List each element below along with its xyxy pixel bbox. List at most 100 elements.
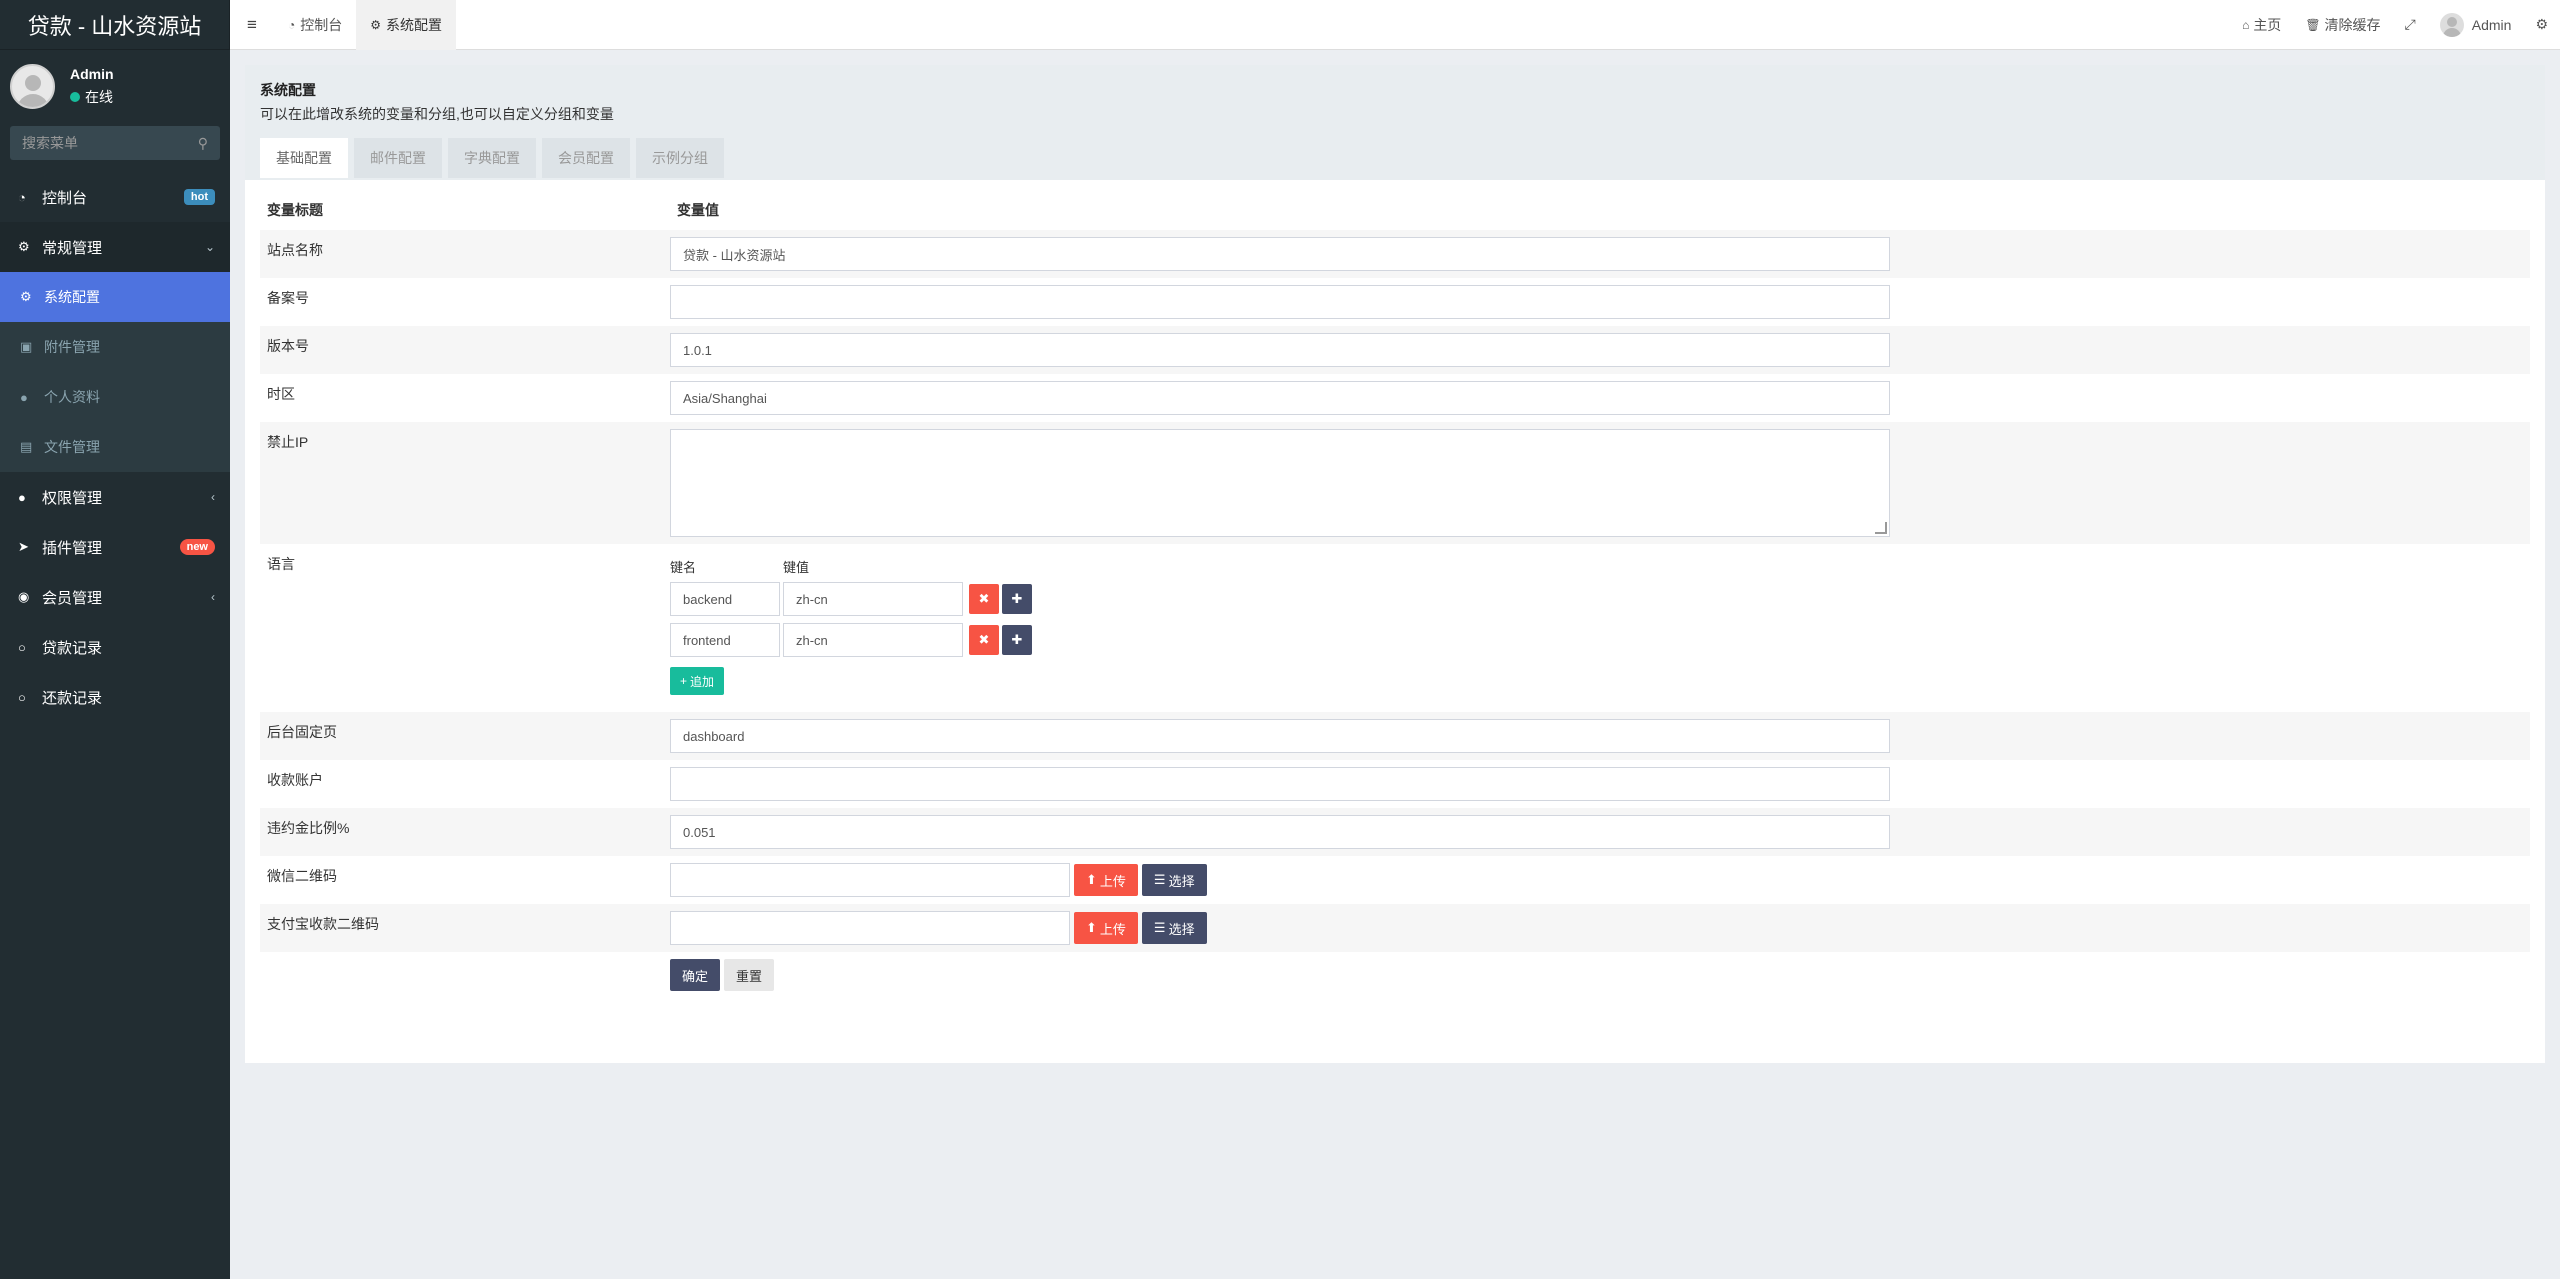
- list-icon: ☰: [1153, 872, 1166, 887]
- page-description: 可以在此增改系统的变量和分组,也可以自定义分组和变量: [260, 106, 614, 122]
- append-button[interactable]: + 追加: [670, 667, 725, 695]
- circle-o-icon: ○: [18, 689, 26, 705]
- admin-menu[interactable]: Admin: [2428, 0, 2524, 50]
- settings-icon[interactable]: ⚙: [2523, 0, 2560, 50]
- lang-value-input[interactable]: zh-cn: [783, 582, 963, 616]
- row-beian: 备案号: [260, 278, 2530, 326]
- lang-value-input[interactable]: zh-cn: [783, 623, 963, 657]
- dashboard-icon: ◔: [288, 17, 296, 32]
- timezone-input[interactable]: Asia/Shanghai: [670, 381, 1890, 415]
- select-button[interactable]: ☰ 选择: [1141, 864, 1207, 896]
- trash-icon: 🗑: [2305, 17, 2321, 32]
- cogs-icon: ⚙: [18, 239, 30, 254]
- row-wechat-qr: 微信二维码 ⬆ 上传 ☰ 选择: [260, 856, 2530, 904]
- hot-badge: hot: [183, 189, 215, 205]
- fixed-page-input[interactable]: dashboard: [670, 719, 1890, 753]
- row-language: 语言 键名 键值 backend zh-cn ✖ ✚ frontend zh-c…: [260, 544, 2530, 712]
- gear-icon: ⚙: [20, 289, 32, 304]
- remove-icon[interactable]: ✖: [969, 584, 999, 614]
- penalty-input[interactable]: 0.051: [670, 815, 1890, 849]
- table-header: 变量标题 变量值: [267, 202, 719, 218]
- drag-move-icon[interactable]: ✚: [1002, 584, 1032, 614]
- tab-system-config[interactable]: ⚙ 系统配置: [356, 0, 457, 50]
- config-tabs: 基础配置 邮件配置 字典配置 会员配置 示例分组: [260, 138, 2530, 178]
- row-timezone: 时区 Asia/Shanghai: [260, 374, 2530, 422]
- upload-button[interactable]: ⬆ 上传: [1074, 864, 1138, 896]
- site-name-input[interactable]: 贷款 - 山水资源站: [670, 237, 1890, 271]
- version-input[interactable]: 1.0.1: [670, 333, 1890, 367]
- list-icon: ☰: [1153, 920, 1166, 935]
- file-icon: ▤: [20, 439, 33, 454]
- sidebar-item-loan-records[interactable]: ○ 贷款记录: [0, 622, 230, 672]
- chevron-down-icon: ⌄: [204, 240, 215, 254]
- sidebar-item-attachment[interactable]: ▣ 附件管理: [0, 322, 230, 372]
- user-panel: Admin 在线: [0, 50, 230, 122]
- select-button[interactable]: ☰ 选择: [1141, 912, 1207, 944]
- user-avatar: [10, 63, 55, 109]
- drag-move-icon[interactable]: ✚: [1002, 625, 1032, 655]
- tab-example[interactable]: 示例分组: [636, 138, 724, 178]
- sidebar-item-system-config[interactable]: ⚙ 系统配置: [0, 272, 230, 322]
- tab-member[interactable]: 会员配置: [542, 138, 630, 178]
- row-version: 版本号 1.0.1: [260, 326, 2530, 374]
- sidebar-item-profile[interactable]: ● 个人资料: [0, 372, 230, 422]
- brand-logo[interactable]: 贷款 - 山水资源站: [0, 0, 230, 50]
- row-alipay-qr: 支付宝收款二维码 ⬆ 上传 ☰ 选择: [260, 904, 2530, 952]
- tab-basic[interactable]: 基础配置: [260, 138, 348, 178]
- admin-avatar: [2439, 12, 2464, 37]
- lang-key-input[interactable]: frontend: [670, 623, 780, 657]
- row-forbid-ip: 禁止IP: [260, 422, 2530, 544]
- chevron-left-icon: ‹: [211, 590, 215, 604]
- image-icon: ▣: [20, 339, 33, 354]
- reset-button[interactable]: 重置: [724, 959, 775, 991]
- sidebar-item-plugins[interactable]: ➤ 插件管理 new: [0, 522, 230, 572]
- sidebar-item-members[interactable]: ◉ 会员管理 ‹: [0, 572, 230, 622]
- user-status: 在线: [70, 87, 114, 107]
- lang-row: frontend zh-cn ✖ ✚: [670, 623, 2530, 657]
- config-form: 变量标题 变量值 站点名称 贷款 - 山水资源站 备案号 版本号 1.0.1 时…: [245, 180, 2545, 1063]
- upload-button[interactable]: ⬆ 上传: [1074, 912, 1138, 944]
- new-badge: new: [179, 539, 215, 555]
- fullscreen-icon[interactable]: ⤢: [2393, 0, 2428, 50]
- group-icon: ●: [18, 489, 26, 505]
- sidebar-item-files[interactable]: ▤ 文件管理: [0, 422, 230, 472]
- beian-input[interactable]: [670, 285, 1890, 319]
- sidebar-item-auth[interactable]: ● 权限管理 ‹: [0, 472, 230, 522]
- clear-cache-link[interactable]: 🗑 清除缓存: [2293, 0, 2392, 50]
- page-title: 系统配置: [260, 82, 316, 98]
- top-header: ≡ ◔ 控制台 ⚙ 系统配置 ⌂ 主页 🗑 清除缓存 ⤢ Admin ⚙: [230, 0, 2560, 50]
- lang-row: backend zh-cn ✖ ✚: [670, 582, 2530, 616]
- wechat-qr-input[interactable]: [670, 863, 1070, 897]
- resize-handle-icon[interactable]: [1875, 522, 1887, 534]
- menu-toggle-icon[interactable]: ≡: [230, 0, 274, 50]
- key-value-header: 键值: [783, 560, 810, 575]
- main-content: 系统配置 可以在此增改系统的变量和分组,也可以自定义分组和变量 基础配置 邮件配…: [245, 65, 2545, 1063]
- tab-email[interactable]: 邮件配置: [354, 138, 442, 178]
- tab-dashboard[interactable]: ◔ 控制台: [274, 0, 356, 50]
- remove-icon[interactable]: ✖: [969, 625, 999, 655]
- sidebar: 贷款 - 山水资源站 Admin 在线 搜索菜单 ⚲ ◔ 控制台 hot ⚙ 常…: [0, 0, 230, 1279]
- online-dot-icon: [70, 91, 80, 102]
- user-circle-icon: ◉: [18, 589, 30, 604]
- chevron-left-icon: ‹: [211, 490, 215, 504]
- sidebar-item-repay-records[interactable]: ○ 还款记录: [0, 672, 230, 722]
- gear-icon: ⚙: [370, 17, 382, 32]
- dashboard-icon: ◔: [18, 189, 26, 205]
- panel-heading: 系统配置 可以在此增改系统的变量和分组,也可以自定义分组和变量 基础配置 邮件配…: [245, 65, 2545, 180]
- row-fixed-page: 后台固定页 dashboard: [260, 712, 2530, 760]
- search-icon[interactable]: ⚲: [198, 135, 208, 152]
- sidebar-item-dashboard[interactable]: ◔ 控制台 hot: [0, 172, 230, 222]
- lang-key-input[interactable]: backend: [670, 582, 780, 616]
- sidebar-item-general[interactable]: ⚙ 常规管理 ⌄: [0, 222, 230, 272]
- tab-dict[interactable]: 字典配置: [448, 138, 536, 178]
- submit-button[interactable]: 确定: [670, 959, 721, 991]
- sidebar-search-input[interactable]: 搜索菜单 ⚲: [10, 126, 220, 160]
- account-input[interactable]: [670, 767, 1890, 801]
- home-link[interactable]: ⌂ 主页: [2230, 0, 2293, 50]
- forbid-ip-textarea[interactable]: [670, 429, 1890, 537]
- user-name: Admin: [70, 65, 114, 82]
- upload-icon: ⬆: [1086, 872, 1097, 887]
- circle-o-icon: ○: [18, 639, 26, 655]
- upload-icon: ⬆: [1086, 920, 1097, 935]
- alipay-qr-input[interactable]: [670, 911, 1070, 945]
